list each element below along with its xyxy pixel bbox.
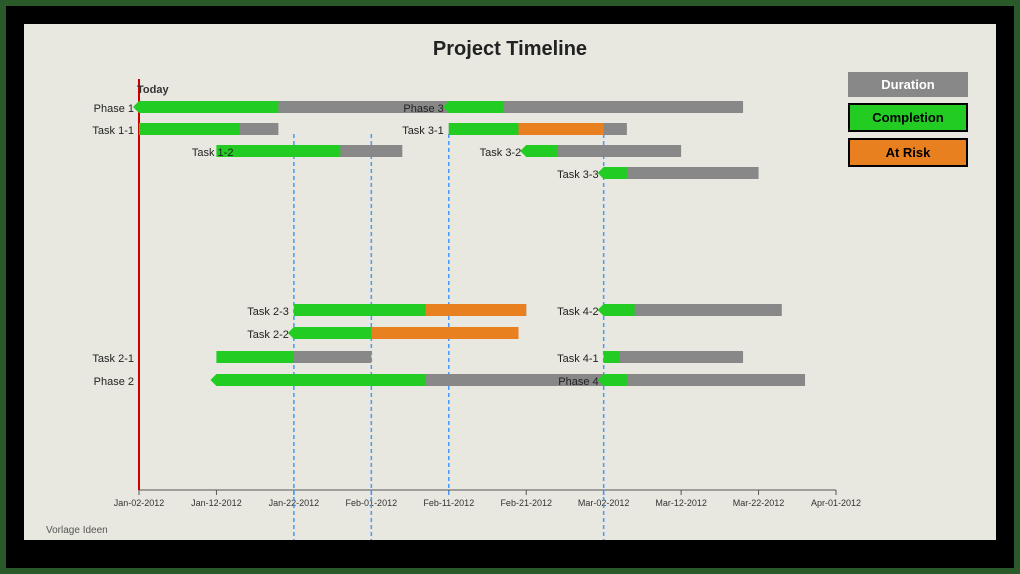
svg-text:Task 1-2: Task 1-2 bbox=[192, 147, 234, 159]
svg-text:Feb-21-2012: Feb-21-2012 bbox=[500, 498, 552, 508]
svg-text:Task 2-3: Task 2-3 bbox=[247, 306, 289, 318]
svg-text:Mar-12-2012: Mar-12-2012 bbox=[655, 498, 707, 508]
svg-text:Phase 4: Phase 4 bbox=[558, 376, 598, 388]
svg-text:Mar-22-2012: Mar-22-2012 bbox=[733, 498, 785, 508]
svg-text:Task 3-3: Task 3-3 bbox=[557, 169, 599, 181]
svg-text:Phase 2: Phase 2 bbox=[94, 376, 134, 388]
svg-text:Jan-12-2012: Jan-12-2012 bbox=[191, 498, 242, 508]
outer-border: Project Timeline Duration Completion At … bbox=[0, 0, 1020, 574]
svg-text:Task 3-1: Task 3-1 bbox=[402, 125, 444, 137]
svg-text:Phase 3: Phase 3 bbox=[403, 103, 443, 115]
gantt-chart: Jan-02-2012Jan-12-2012Jan-22-2012Feb-01-… bbox=[24, 79, 996, 540]
svg-text:Task 2-1: Task 2-1 bbox=[92, 353, 134, 365]
svg-text:Task 3-2: Task 3-2 bbox=[480, 147, 522, 159]
svg-text:Task 1-1: Task 1-1 bbox=[92, 125, 134, 137]
svg-text:Jan-02-2012: Jan-02-2012 bbox=[114, 498, 165, 508]
svg-text:Today: Today bbox=[137, 84, 169, 96]
chart-title: Project Timeline bbox=[24, 24, 996, 67]
chart-area: Project Timeline Duration Completion At … bbox=[24, 24, 996, 540]
svg-text:Task 4-2: Task 4-2 bbox=[557, 306, 599, 318]
svg-text:Task 2-2: Task 2-2 bbox=[247, 329, 289, 341]
svg-text:Phase 1: Phase 1 bbox=[94, 103, 134, 115]
svg-text:Feb-11-2012: Feb-11-2012 bbox=[423, 498, 474, 508]
svg-text:Task 4-1: Task 4-1 bbox=[557, 353, 599, 365]
watermark: Vorlage Ideen bbox=[46, 525, 108, 536]
svg-text:Apr-01-2012: Apr-01-2012 bbox=[811, 498, 861, 508]
